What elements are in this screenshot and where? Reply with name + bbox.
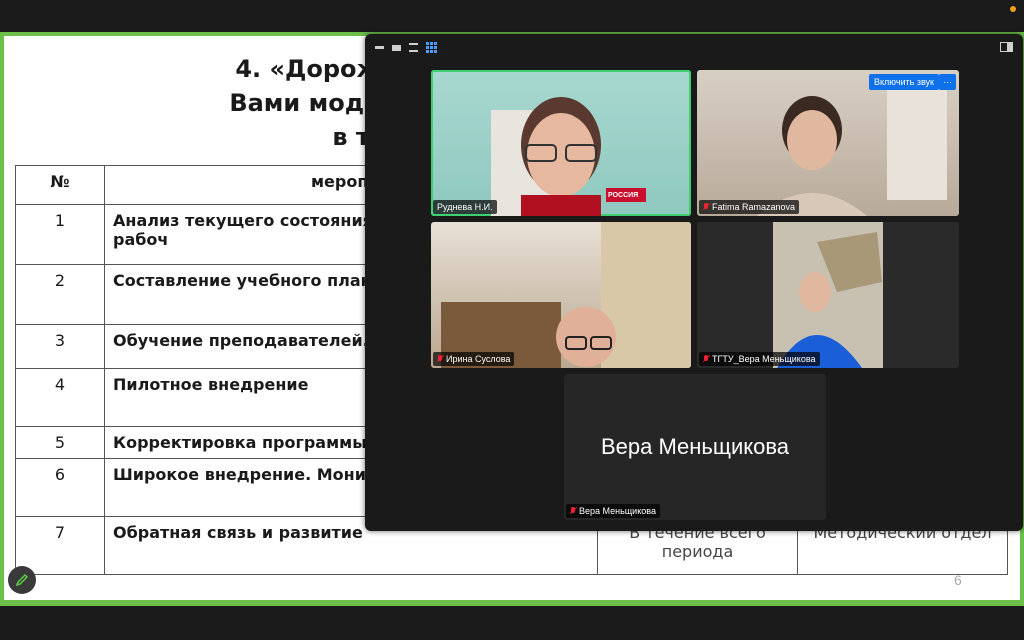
annotate-pen-button[interactable] [8,566,36,594]
participant-nameplate: Руднева Н.И. [433,200,497,214]
side-by-side-icon[interactable] [1000,42,1013,52]
cell-num: 5 [15,426,105,459]
participant-video [757,90,947,216]
more-options-button[interactable]: ··· [939,74,956,90]
video-gallery-window: РОССИЯ Руднева Н.И. Включить звук ··· Fa… [365,34,1023,531]
participant-nameplate: Ирина Суслова [433,352,515,366]
status-dot-icon [1010,6,1016,12]
strip-view-icon[interactable] [409,43,418,52]
mic-muted-icon [703,355,709,363]
participant-tile[interactable]: ТГТУ_Вера Меньщикова [697,222,959,368]
top-bar [0,0,1024,32]
speaker-view-icon[interactable] [392,44,401,51]
slide-page-number: 6 [954,572,962,588]
slide-border [0,32,4,606]
cell-num: 2 [15,264,105,325]
participant-tile[interactable]: РОССИЯ Руднева Н.И. [431,70,691,216]
gallery-view-icon[interactable] [426,42,437,53]
cell-num: 1 [15,204,105,265]
participant-nameplate: ТГТУ_Вера Меньщикова [699,352,820,366]
pen-icon [15,573,29,587]
participant-badge: РОССИЯ [608,192,639,199]
participant-video [773,222,883,368]
participant-video [441,222,691,368]
participant-name: Fatima Ramazanova [712,202,796,212]
cell-num: 3 [15,324,105,369]
cell-num: 6 [15,458,105,517]
participant-tile[interactable]: Ирина Суслова [431,222,691,368]
participant-tile[interactable]: Включить звук ··· Fatima Ramazanova [697,70,959,216]
participant-name: Вера Меньщикова [579,506,656,516]
mic-muted-icon [570,507,576,515]
unmute-button[interactable]: Включить звук [868,74,939,90]
participant-name: Руднева Н.И. [437,202,493,212]
participant-tile[interactable]: Вера Меньщикова Вера Меньщикова [564,374,826,520]
header-num: № [15,165,105,205]
mic-muted-icon [703,203,709,211]
bottom-bar [0,606,1024,640]
participant-video [491,97,646,216]
participant-name: ТГТУ_Вера Меньщикова [712,354,816,364]
view-controls [375,42,437,53]
participant-nameplate: Вера Меньщикова [566,504,660,518]
participant-name: Ирина Суслова [446,354,511,364]
mic-muted-icon [437,355,443,363]
participant-display-name: Вера Меньщикова [600,434,790,459]
cell-num: 4 [15,368,105,427]
minimize-video-icon[interactable] [375,46,384,49]
participant-nameplate: Fatima Ramazanova [699,200,800,214]
cell-num: 7 [15,516,105,575]
